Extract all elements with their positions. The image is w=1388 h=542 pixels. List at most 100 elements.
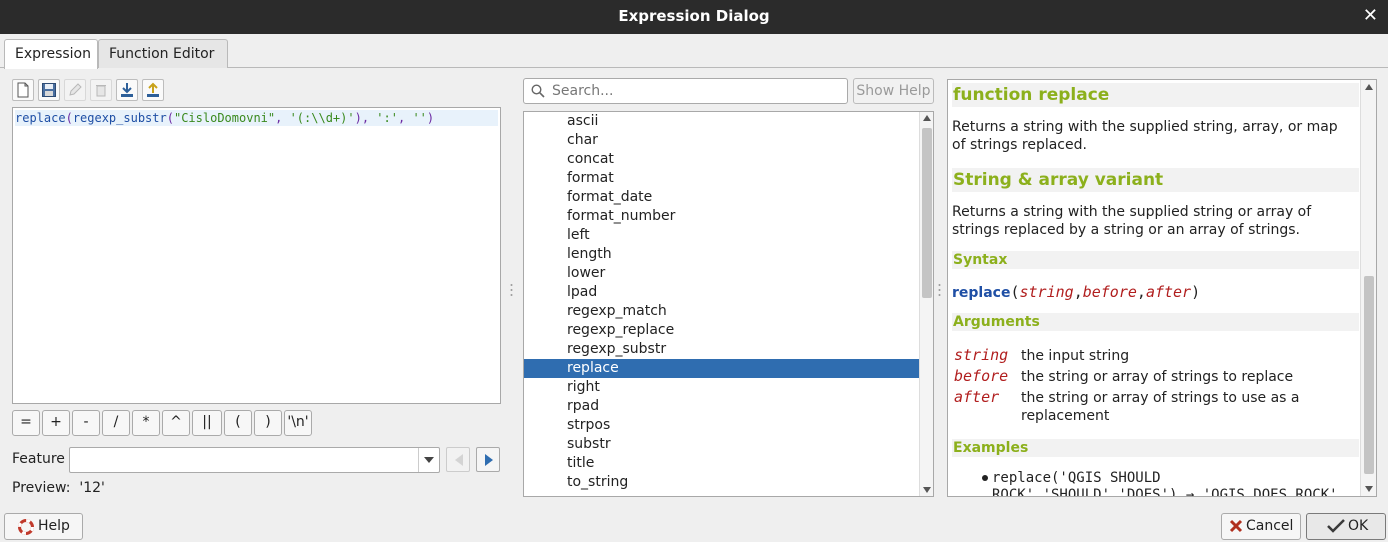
operator-power-button[interactable]: ^ [162,410,190,436]
tab-function-editor[interactable]: Function Editor [98,39,228,68]
function-items: ascii char concat format format_date format_n… [524,112,933,492]
splitter-handle-left[interactable] [510,283,513,297]
token-paren: ) [426,111,435,125]
function-list-item[interactable]: substr [524,435,920,454]
function-list-item[interactable]: regexp_substr [524,340,920,359]
function-list-scrollbar[interactable] [919,112,933,496]
token-comma: , [361,111,377,125]
new-file-icon[interactable] [12,79,34,101]
function-list-item[interactable]: format [524,169,920,188]
show-help-button[interactable]: Show Help [853,78,934,104]
preview-text: Preview: '12' [12,480,105,496]
arguments-heading: Arguments [952,313,1359,331]
token-string: '' [412,111,427,125]
token-function: replace [15,111,66,125]
argument-description: the string or array of strings to use as… [1021,390,1300,424]
function-list-item[interactable]: lower [524,264,920,283]
help-description: Returns a string with the supplied strin… [952,119,1338,153]
scroll-down-icon[interactable] [923,487,931,493]
scroll-up-icon[interactable] [1365,84,1373,90]
argument-description: the input string [1021,348,1130,364]
cancel-button[interactable]: Cancel [1221,513,1301,540]
bullet-icon [982,475,988,481]
function-list-item[interactable]: ascii [524,112,920,131]
splitter-handle-right[interactable] [938,283,941,297]
help-button[interactable]: Help [4,513,83,540]
operator-newline-button[interactable]: '\n' [284,410,312,436]
previous-feature-button[interactable] [446,447,470,472]
function-list-item[interactable]: format_number [524,207,920,226]
lifebuoy-icon [18,519,34,535]
feature-combobox[interactable] [69,447,440,473]
syntax-function: replace [952,285,1011,301]
scrollbar-thumb[interactable] [922,128,932,298]
search-icon [531,84,545,98]
tab-expression[interactable]: Expression [4,39,98,69]
scrollbar-thumb[interactable] [1364,276,1374,474]
operator-divide-button[interactable]: / [102,410,130,436]
syntax-sep: , [1136,283,1146,301]
function-list-item[interactable]: length [524,245,920,264]
function-list-item[interactable]: format_date [524,188,920,207]
token-function: regexp_substr [72,111,167,125]
help-scrollbar[interactable] [1360,80,1376,496]
help-title: function replace [952,83,1359,107]
function-list-item[interactable]: replace [524,359,920,378]
operator-multiply-button[interactable]: * [132,410,160,436]
function-list-item[interactable]: strpos [524,416,920,435]
scroll-up-icon[interactable] [923,115,931,121]
ok-button[interactable]: OK [1306,513,1386,540]
token-paren: ( [166,111,174,125]
search-input[interactable] [552,82,842,100]
argument-name: string [954,346,1009,364]
function-list-item[interactable]: concat [524,150,920,169]
operator-concat-button[interactable]: || [192,410,222,436]
delete-icon[interactable] [90,79,112,101]
token-comma: , [397,111,413,125]
scroll-down-icon[interactable] [1365,486,1373,492]
syntax-arg: string [1019,283,1074,301]
function-list-item[interactable]: left [524,226,920,245]
function-list-item[interactable]: right [524,378,920,397]
function-list-item[interactable]: rpad [524,397,920,416]
operator-plus-button[interactable]: + [42,410,70,436]
token-string: '(:\\d+)' [289,111,355,125]
operator-minus-button[interactable]: - [72,410,100,436]
next-feature-button[interactable] [476,447,500,472]
chevron-down-icon[interactable] [418,448,439,472]
expression-line: replace(regexp_substr("CisloDomovni", '(… [15,110,498,126]
export-icon[interactable] [142,79,164,101]
function-list-item[interactable]: regexp_match [524,302,920,321]
syntax-line: replace(string,before,after) [952,283,1200,301]
cancel-icon [1229,519,1243,533]
example-line: ROCK','SHOULD','DOES') → 'QGIS DOES ROCK… [992,487,1338,497]
token-paren: ) [354,111,362,125]
import-icon[interactable] [116,79,138,101]
token-comma: , [275,111,290,125]
operator-equals-button[interactable]: = [12,410,40,436]
operator-open-paren-button[interactable]: ( [224,410,252,436]
function-list-item[interactable]: to_string [524,473,920,492]
function-list-item[interactable]: char [524,131,920,150]
argument-name: before [954,367,1009,385]
save-icon[interactable] [38,79,60,101]
ok-button-label: OK [1348,518,1369,534]
function-list-item[interactable]: lpad [524,283,920,302]
example-code: replace('QGIS SHOULD ROCK','SHOULD','DOES… [992,470,1338,497]
edit-icon[interactable] [64,79,86,101]
function-list-item[interactable]: title [524,454,920,473]
function-list-item[interactable]: regexp_replace [524,321,920,340]
help-button-label: Help [38,518,70,534]
checkmark-icon [1327,519,1345,533]
syntax-arg: after [1145,283,1192,301]
function-list[interactable]: ascii char concat format format_date format_n… [523,111,934,497]
function-search[interactable] [523,78,848,104]
syntax-paren: ) [1191,283,1201,301]
close-icon[interactable]: ✕ [1363,5,1378,26]
token-string: ':' [376,111,398,125]
argument-description: the string or array of strings to replac… [1021,369,1294,385]
operator-close-paren-button[interactable]: ) [254,410,282,436]
window-title: Expression Dialog [618,7,770,25]
syntax-sep: , [1073,283,1083,301]
expression-editor[interactable]: replace(regexp_substr("CisloDomovni", '(… [12,107,501,404]
